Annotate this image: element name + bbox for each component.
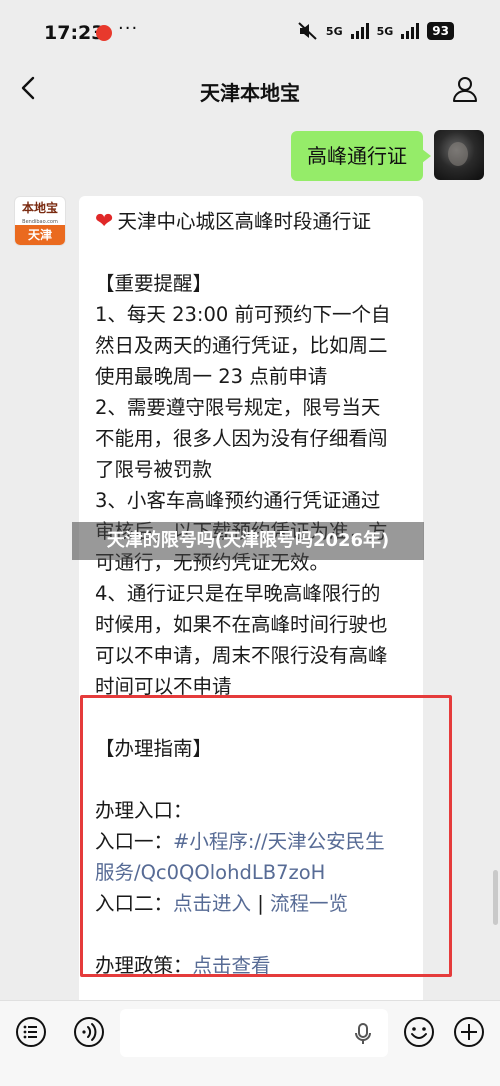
status-overflow: ··· bbox=[118, 18, 139, 39]
chat-title: 天津本地宝 bbox=[200, 81, 300, 105]
entry1-row-2: 服务/Qc0QOlohdLB7zoH bbox=[95, 857, 407, 888]
reminder-line: 2、需要遵守限号规定，限号当天 bbox=[95, 396, 381, 419]
plus-icon[interactable] bbox=[452, 1015, 486, 1049]
reminder-heading: 【重要提醒】 bbox=[95, 272, 213, 295]
signal-icon-2 bbox=[401, 23, 420, 39]
entry2-link-enter[interactable]: 点击进入 bbox=[173, 892, 251, 915]
input-bar bbox=[0, 1000, 500, 1086]
policy-link[interactable]: 点击查看 bbox=[193, 954, 271, 977]
mute-icon bbox=[298, 22, 317, 40]
my-avatar[interactable] bbox=[434, 130, 484, 180]
entry1-row: 入口一：#小程序://天津公安民生 bbox=[95, 826, 407, 857]
list-icon[interactable] bbox=[14, 1015, 48, 1049]
emoji-icon[interactable] bbox=[402, 1015, 436, 1049]
reminder-line: 了限号被罚款 bbox=[95, 458, 213, 481]
reminder-line: 时间可以不申请 bbox=[95, 675, 232, 698]
voice-toggle-icon[interactable] bbox=[72, 1015, 106, 1049]
incoming-message-bubble[interactable]: ❤ 天津中心城区高峰时段通行证 【重要提醒】 1、每天 23:00 前可预约下一… bbox=[79, 196, 423, 1008]
chat-header: 天津本地宝 bbox=[0, 62, 500, 118]
network-label-1: 5G bbox=[325, 24, 343, 38]
notification-badge-icon bbox=[96, 25, 112, 41]
avatar-face bbox=[448, 142, 468, 166]
entry2-separator: | bbox=[251, 892, 270, 915]
entry1-link[interactable]: #小程序://天津公安民生 bbox=[173, 830, 385, 853]
watermark-banner: 天津的限号吗(天津限号吗2026年) bbox=[72, 522, 424, 560]
message-title-row: ❤ 天津中心城区高峰时段通行证 bbox=[95, 206, 407, 237]
reminder-line: 3、小客车高峰预约通行凭证通过 bbox=[95, 489, 381, 512]
entry2-label: 入口二： bbox=[95, 892, 174, 915]
entry-heading: 办理入口： bbox=[95, 799, 193, 822]
heart-icon: ❤ bbox=[95, 209, 114, 234]
reminder-line: 然日及两天的通行凭证，比如周二 bbox=[95, 334, 388, 357]
reminder-line: 使用最晚周一 23 点前申请 bbox=[95, 365, 328, 388]
network-label-2: 5G bbox=[376, 24, 394, 38]
policy-row: 办理政策：点击查看 bbox=[95, 950, 407, 981]
guide-heading: 【办理指南】 bbox=[95, 737, 213, 760]
status-bar: 17:23 ··· 5G 5G 93 bbox=[0, 0, 500, 62]
status-right-group: 5G 5G 93 bbox=[298, 22, 454, 40]
outgoing-message-bubble[interactable]: 高峰通行证 bbox=[291, 131, 431, 181]
reminder-line: 1、每天 23:00 前可预约下一个自 bbox=[95, 303, 391, 326]
message-title: 天津中心城区高峰时段通行证 bbox=[117, 210, 371, 233]
reminder-line: 可以不申请，周末不限行没有高峰 bbox=[95, 644, 388, 667]
signal-icon-1 bbox=[350, 23, 369, 39]
battery-icon: 93 bbox=[427, 22, 454, 40]
reminder-line: 4、通行证只是在早晚高峰限行的 bbox=[95, 582, 381, 605]
scrollbar[interactable] bbox=[493, 870, 498, 925]
policy-label: 办理政策： bbox=[95, 954, 193, 977]
sender-avatar[interactable]: 本地宝 Bendibao.com 天津 bbox=[14, 196, 66, 246]
entry2-row: 入口二：点击进入 | 流程一览 bbox=[95, 888, 407, 919]
sender-logo-city: 天津 bbox=[15, 225, 65, 245]
microphone-icon[interactable] bbox=[352, 1022, 374, 1046]
message-input[interactable] bbox=[120, 1009, 388, 1057]
entry1-link-continued[interactable]: 服务/Qc0QOlohdLB7zoH bbox=[95, 861, 325, 884]
entry2-link-process[interactable]: 流程一览 bbox=[270, 892, 348, 915]
reminder-line: 时候用，如果不在高峰时间行驶也 bbox=[95, 613, 388, 636]
person-icon[interactable] bbox=[450, 74, 480, 104]
reminder-line: 不能用，很多人因为没有仔细看闯 bbox=[95, 427, 388, 450]
entry1-label: 入口一： bbox=[95, 830, 174, 853]
